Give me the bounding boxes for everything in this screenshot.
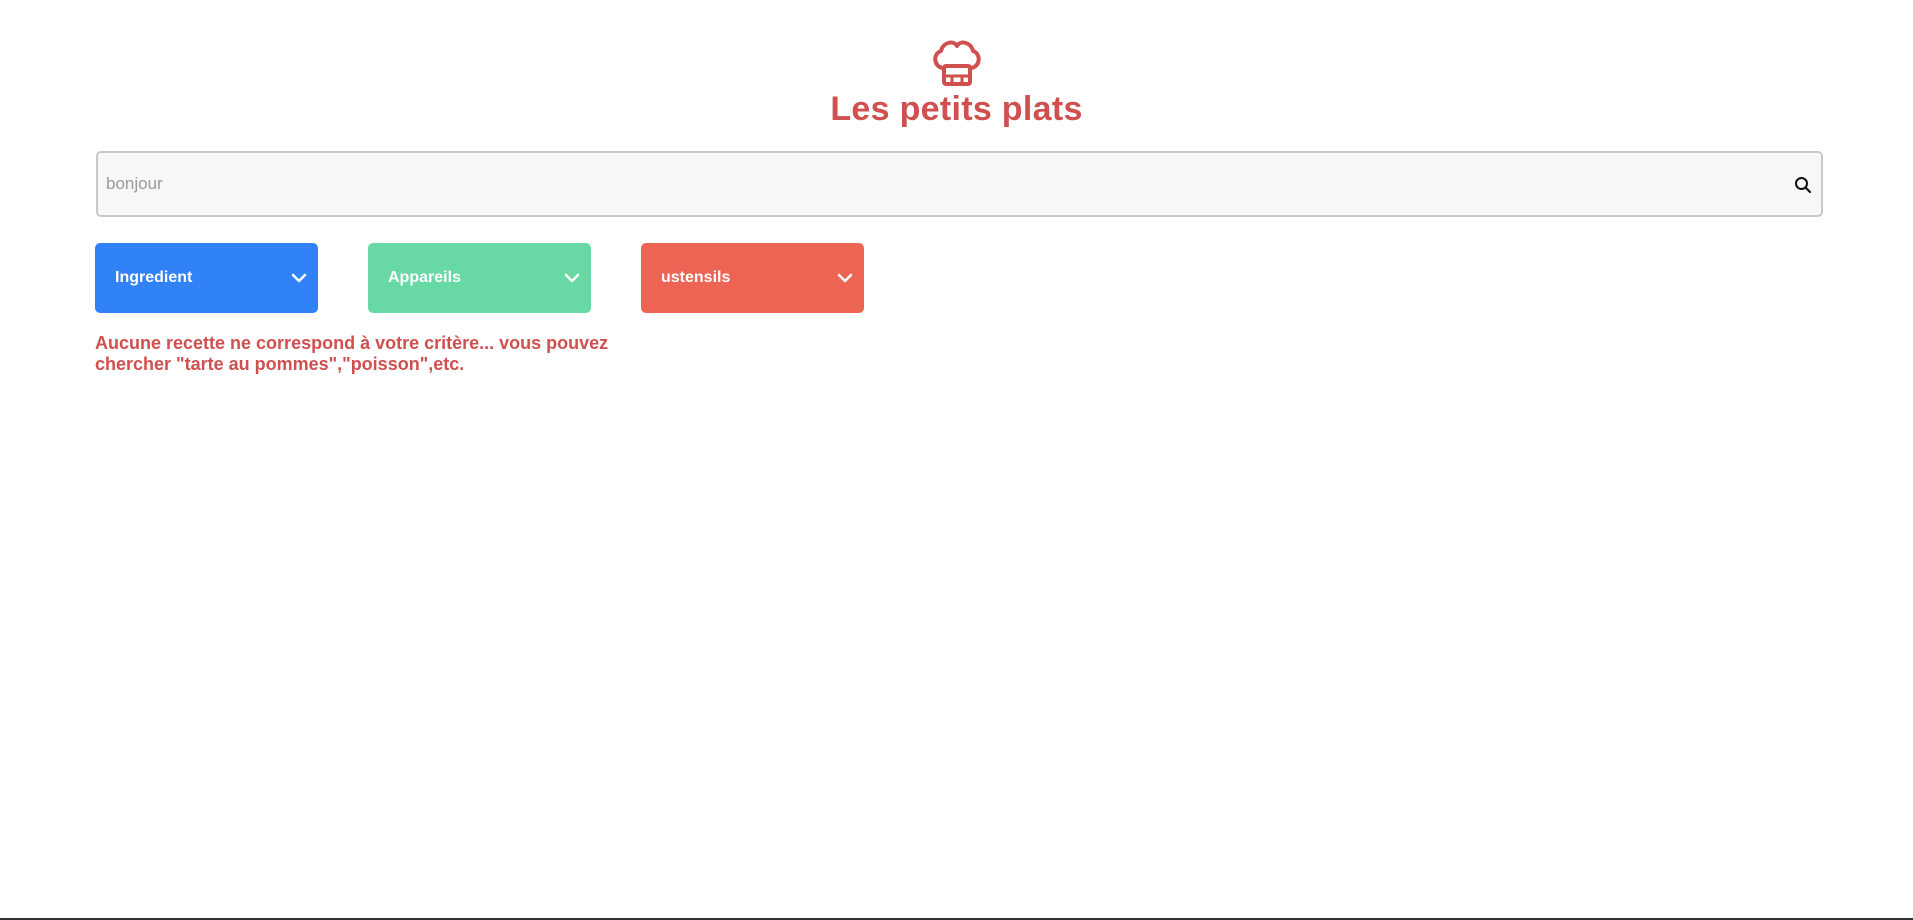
search-input[interactable] (98, 153, 1758, 215)
search-bar (96, 151, 1823, 217)
ustensils-filter-button[interactable]: ustensils (641, 243, 864, 313)
ustensils-filter-label: ustensils (661, 269, 731, 286)
page: Les petits plats Ingredient Appareils us… (0, 0, 1913, 920)
chevron-down-icon (564, 273, 580, 283)
appareils-filter-label: Appareils (388, 269, 461, 286)
appareils-filter-button[interactable]: Appareils (368, 243, 591, 313)
ingredient-filter-button[interactable]: Ingredient (95, 243, 318, 313)
chevron-down-icon (291, 273, 307, 283)
chevron-down-icon (837, 273, 853, 283)
ingredient-filter-label: Ingredient (115, 269, 193, 286)
chef-hat-icon (932, 40, 981, 86)
no-results-message: Aucune recette ne correspond à votre cri… (95, 333, 609, 374)
page-title: Les petits plats (830, 90, 1083, 128)
header: Les petits plats (0, 38, 1913, 129)
search-icon[interactable] (1793, 175, 1813, 195)
